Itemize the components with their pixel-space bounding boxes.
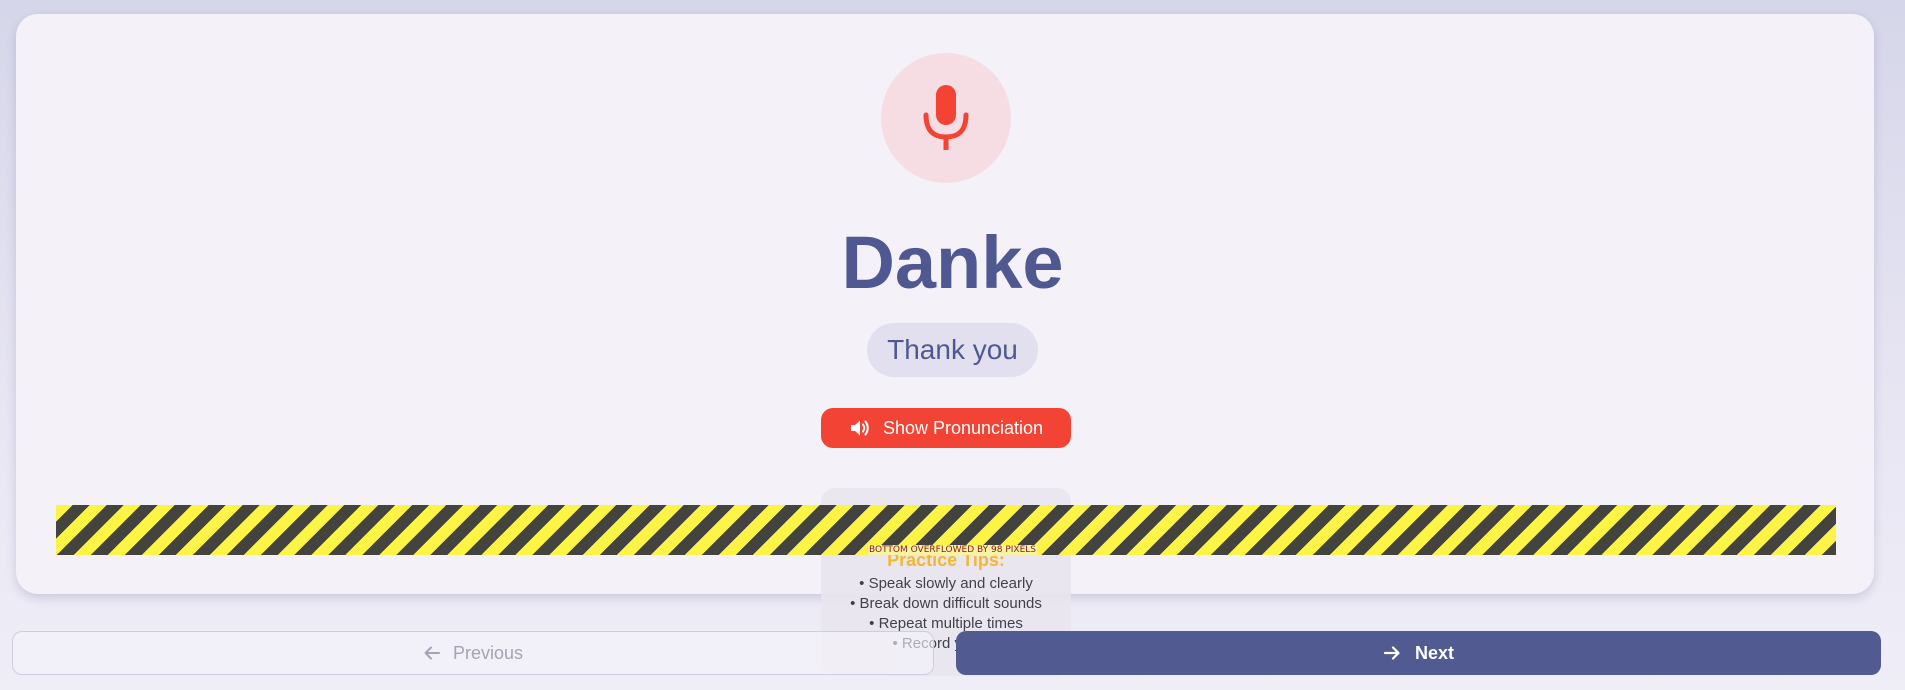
show-pronunciation-button[interactable]: Show Pronunciation: [821, 408, 1071, 448]
tip-item: • Break down difficult sounds: [850, 595, 1042, 612]
arrow-right-icon: [1383, 645, 1401, 661]
previous-label: Previous: [452, 642, 524, 663]
translation-chip: Thank you: [867, 323, 1038, 377]
target-word: Danke: [841, 221, 1064, 304]
volume-icon: [849, 418, 871, 438]
arrow-left-icon: [423, 645, 441, 661]
microphone-icon: [918, 83, 974, 153]
next-button[interactable]: Next: [956, 631, 1881, 675]
tip-item: • Speak slowly and clearly: [859, 575, 1033, 592]
overflow-warning-label: BOTTOM OVERFLOWED BY 98 PIXELS: [867, 545, 1037, 555]
microphone-button[interactable]: [881, 53, 1011, 183]
previous-button[interactable]: Previous: [12, 631, 934, 675]
next-label: Next: [1414, 642, 1454, 663]
translation-container: Thank you: [0, 323, 1905, 377]
show-pronunciation-label: Show Pronunciation: [882, 417, 1044, 438]
